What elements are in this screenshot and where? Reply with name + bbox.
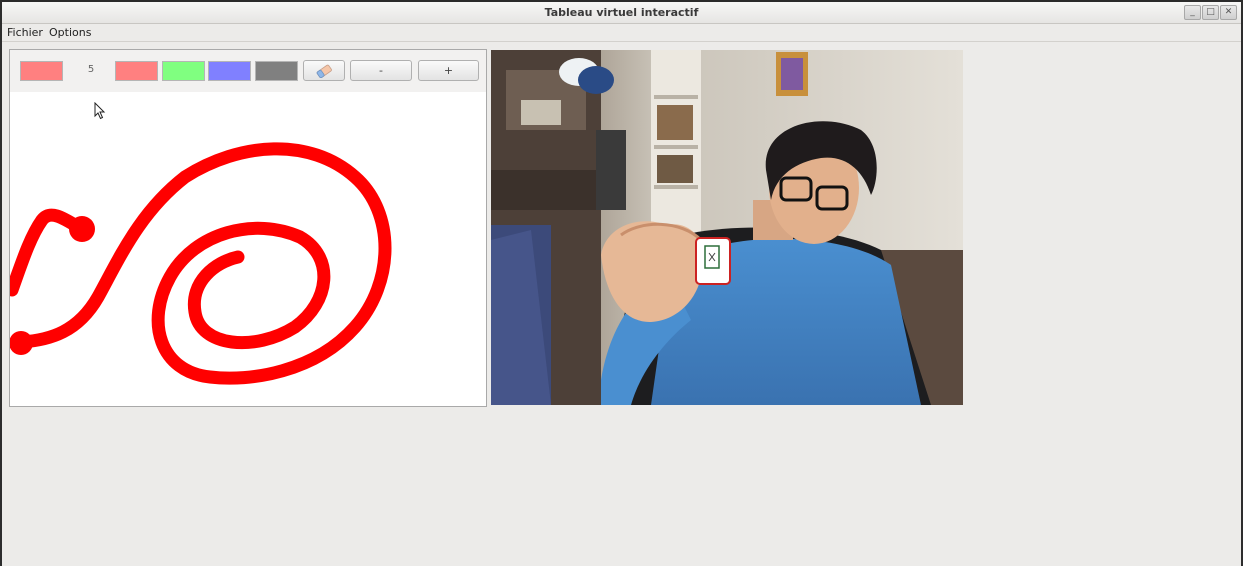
menu-fichier[interactable]: Fichier [7,26,43,39]
webcam-view [491,50,963,405]
stroke-dot-top [69,216,95,242]
close-button[interactable]: ✕ [1220,5,1237,20]
decrease-size-button[interactable]: - [350,60,412,81]
webcam-image [491,50,963,405]
stroke-left-arc [10,208,85,297]
increase-size-button[interactable]: + [418,60,479,81]
stroke-spiral [15,142,392,385]
current-color-swatch[interactable] [20,61,63,81]
palette-green-button[interactable] [162,61,205,81]
palette-red-button[interactable] [115,61,158,81]
palette-gray-button[interactable] [255,61,298,81]
eraser-icon [316,64,332,79]
drawing-canvas[interactable] [10,92,486,406]
drawing-toolbar: 5 - + [10,50,486,92]
window-controls: _ □ ✕ [1183,5,1237,20]
title-bar[interactable]: Tableau virtuel interactif _ □ ✕ [2,0,1241,24]
menu-options[interactable]: Options [49,26,91,39]
maximize-button[interactable]: □ [1202,5,1219,20]
window-title: Tableau virtuel interactif [544,6,699,19]
palette-blue-button[interactable] [208,61,251,81]
mouse-cursor-icon [94,102,106,120]
stroke-dot-bottom [10,331,33,355]
drawing-board: 5 - + [9,49,487,407]
app-window: Tableau virtuel interactif _ □ ✕ Fichier… [0,0,1243,566]
eraser-button[interactable] [303,60,345,81]
menu-bar: Fichier Options [2,24,1241,42]
brush-size-value: 5 [87,64,95,75]
minimize-button[interactable]: _ [1184,5,1201,20]
